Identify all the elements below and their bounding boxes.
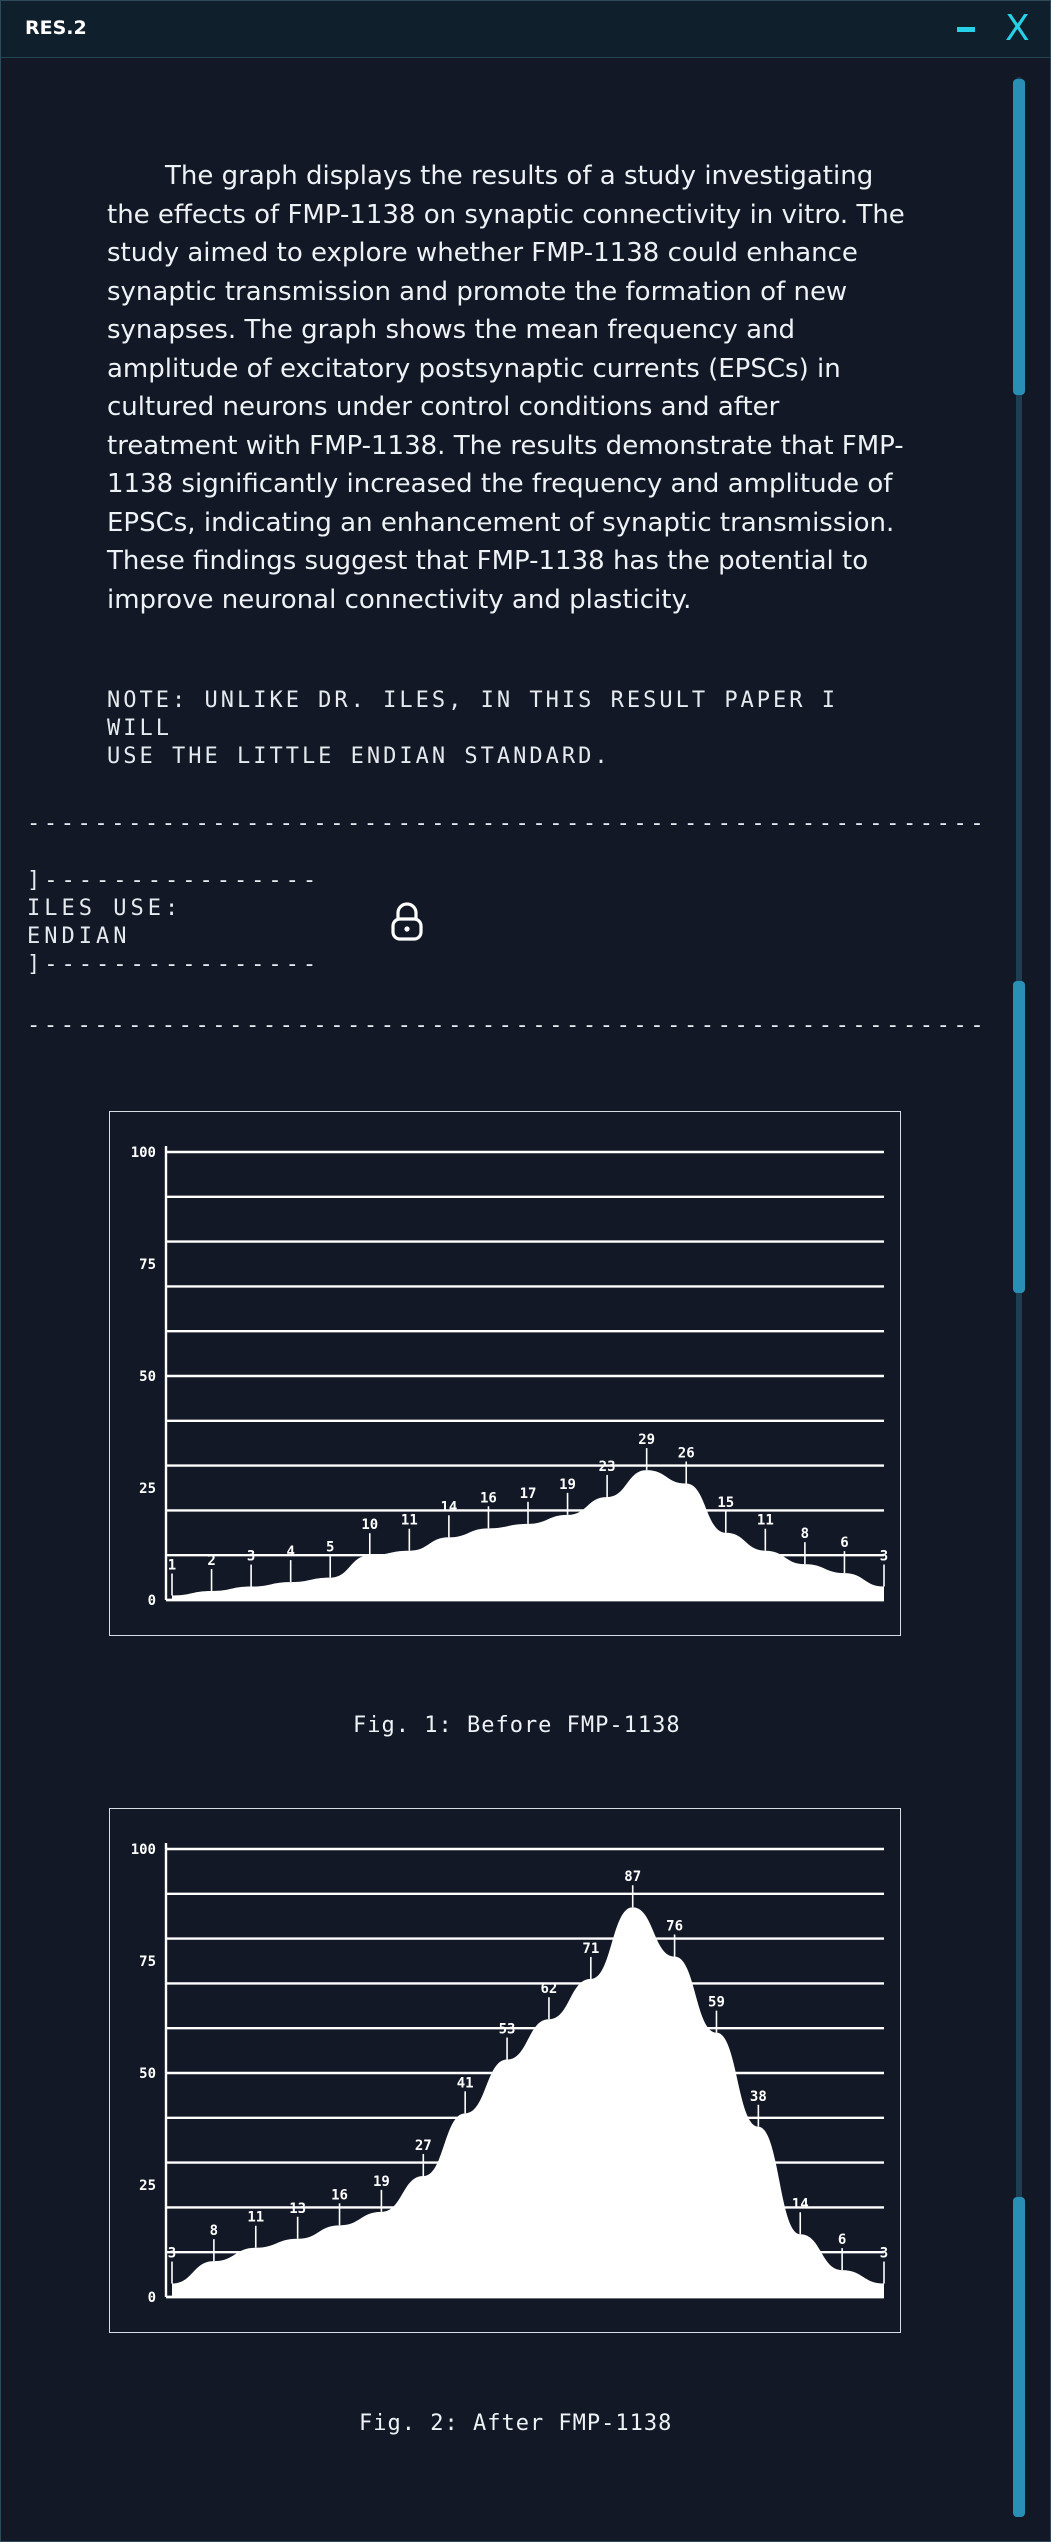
- y-tick-label: 0: [148, 1593, 156, 1609]
- scrollbar-track[interactable]: [1016, 77, 1022, 2517]
- window-title: RES.2: [25, 17, 87, 39]
- scrollbar-marker: [1013, 981, 1025, 1293]
- y-tick-label: 75: [139, 1257, 156, 1273]
- chart-caption: Fig. 1: Before FMP-1138: [353, 1713, 681, 1738]
- data-label: 11: [247, 2210, 264, 2226]
- data-label: 6: [840, 1535, 848, 1551]
- data-label: 14: [792, 2196, 809, 2212]
- chart-before: 0 25 50 75 100 1 2 3 4 5 10 11 14 16 17 19 23 29 26 15 11 8 6 3: [109, 1111, 901, 1636]
- description-paragraph: The graph displays the results of a stud…: [107, 161, 905, 615]
- data-label: 38: [750, 2089, 767, 2105]
- data-label: 76: [666, 1919, 683, 1935]
- data-label: 53: [499, 2022, 516, 2038]
- data-label: 23: [599, 1459, 616, 1475]
- data-label: 2: [207, 1553, 215, 1569]
- data-label: 3: [880, 2246, 888, 2262]
- data-label: 11: [757, 1513, 774, 1529]
- endian-note: NOTE: UNLIKE DR. ILES, IN THIS RESULT PA…: [107, 688, 839, 769]
- scrollbar-marker: [1013, 2197, 1025, 2517]
- data-label: 11: [401, 1513, 418, 1529]
- close-button[interactable]: X: [1005, 9, 1030, 49]
- scrollbar-thumb[interactable]: [1013, 79, 1025, 395]
- data-label: 8: [210, 2223, 218, 2239]
- results-window: RES.2 X The graph displays the results o…: [0, 0, 1051, 2542]
- data-label: 19: [559, 1477, 576, 1493]
- title-bar[interactable]: RES.2 X: [1, 1, 1050, 58]
- data-label: 8: [801, 1526, 809, 1542]
- chart-svg: 0255075100381113161927415362718776593814…: [131, 1842, 889, 2306]
- y-tick-label: 25: [139, 2178, 156, 2194]
- divider: ----------------------------------------…: [27, 811, 987, 831]
- data-label: 10: [361, 1517, 378, 1533]
- data-label: 16: [331, 2187, 348, 2203]
- chart-svg: 02550751001 2 3 4 510 111416 17192329261511863: [131, 1145, 889, 1609]
- data-label: 6: [838, 2232, 846, 2248]
- data-label: 29: [638, 1432, 655, 1448]
- data-label: 3: [168, 2246, 176, 2262]
- data-label: 4: [286, 1544, 294, 1560]
- chart-after: 0 25 50 75 100 3 8 11 13 16 19 27 41 53 62 71 87 76 59 38 14…: [109, 1808, 901, 2333]
- locked-block: ]---------------- ILES USE: ENDIAN ]----…: [27, 868, 321, 977]
- data-label: 1: [168, 1558, 176, 1574]
- data-label: 5: [326, 1540, 334, 1556]
- data-label: 71: [582, 1941, 599, 1957]
- y-tick-label: 100: [131, 1842, 156, 1858]
- data-label: 27: [415, 2138, 432, 2154]
- data-label: 3: [247, 1549, 255, 1565]
- y-tick-label: 25: [139, 1481, 156, 1497]
- data-area: [172, 1907, 884, 2297]
- data-label: 13: [289, 2201, 306, 2217]
- data-label: 17: [520, 1486, 537, 1502]
- y-tick-label: 100: [131, 1145, 156, 1161]
- data-label: 87: [624, 1869, 641, 1885]
- data-label: 15: [717, 1495, 734, 1511]
- y-tick-label: 50: [139, 2066, 156, 2082]
- divider: ----------------------------------------…: [27, 1013, 987, 1033]
- data-label: 19: [373, 2174, 390, 2190]
- data-label: 62: [541, 1981, 558, 1997]
- data-label: 14: [440, 1499, 457, 1515]
- padlock-icon[interactable]: [389, 901, 425, 943]
- data-label: 41: [457, 2075, 474, 2091]
- data-label: 26: [678, 1446, 695, 1462]
- minimize-button[interactable]: [957, 27, 975, 32]
- data-label: 3: [880, 1549, 888, 1565]
- y-tick-label: 0: [148, 2290, 156, 2306]
- chart-caption: Fig. 2: After FMP-1138: [359, 2411, 673, 2436]
- y-tick-label: 75: [139, 1954, 156, 1970]
- data-label: 16: [480, 1490, 497, 1506]
- y-tick-label: 50: [139, 1369, 156, 1385]
- data-label: 59: [708, 1995, 725, 2011]
